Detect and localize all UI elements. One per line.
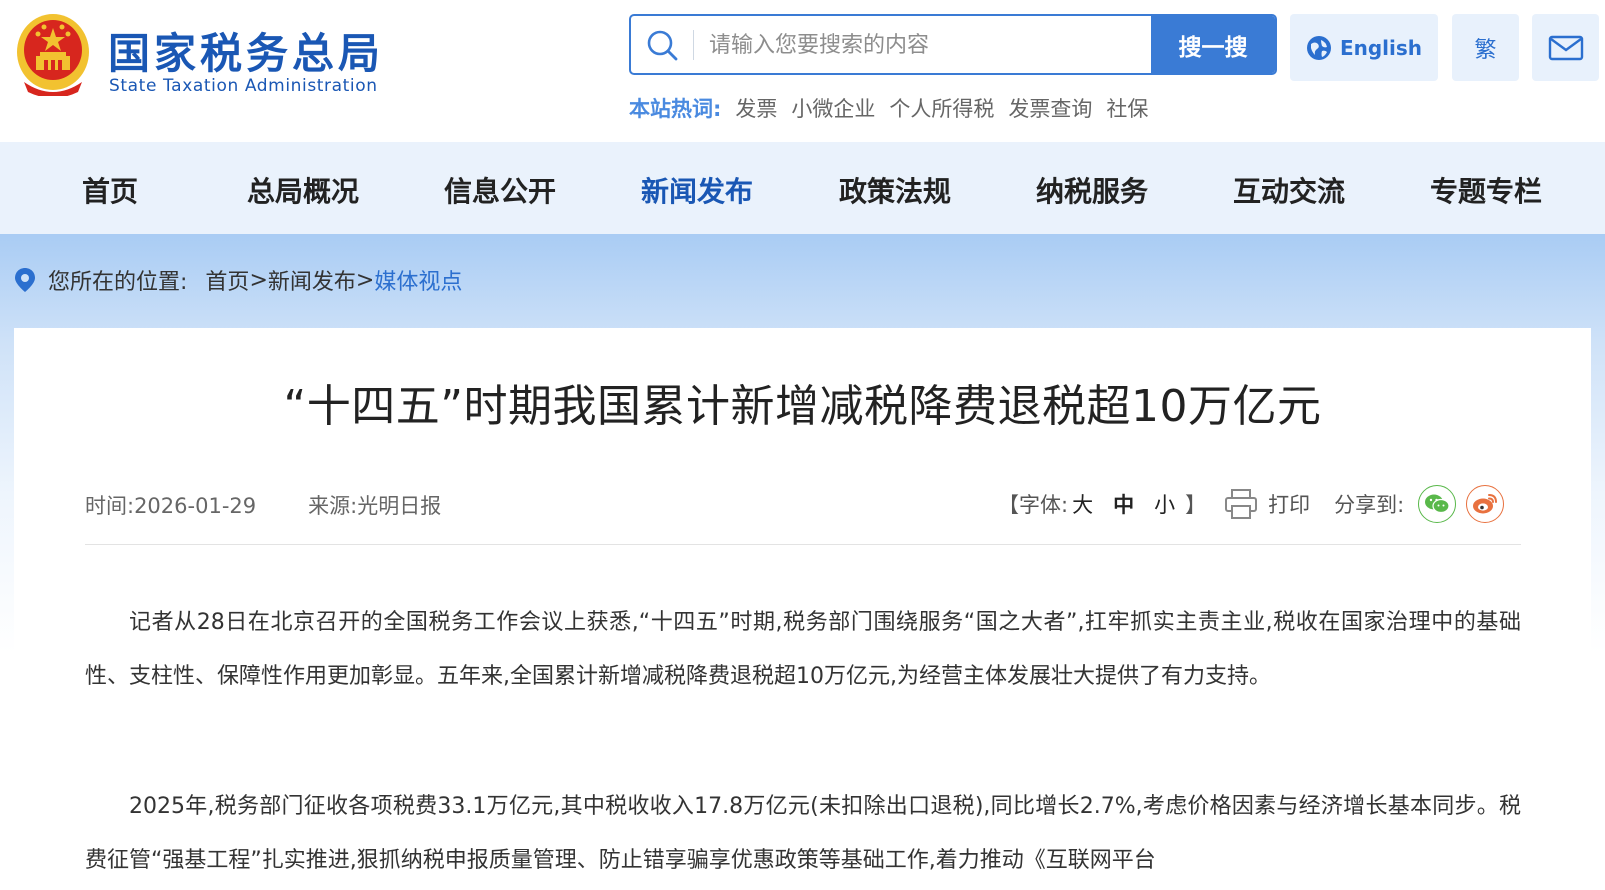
meta-divider	[85, 544, 1521, 545]
article-card: “十四五”时期我国累计新增减税降费退税超10万亿元 时间:2026-01-29 …	[14, 328, 1591, 890]
hot-keyword-link[interactable]: 个人所得税	[889, 93, 994, 123]
breadcrumb: 您所在的位置: 首页 > 新闻发布 > 媒体视点	[14, 264, 462, 296]
traditional-chinese-button[interactable]: 繁	[1452, 14, 1519, 81]
print-button[interactable]: 打印	[1224, 488, 1310, 520]
hot-keyword-link[interactable]: 社保	[1106, 93, 1148, 123]
font-size-small-button[interactable]: 小	[1154, 489, 1175, 519]
breadcrumb-separator: >	[355, 267, 375, 293]
english-label: English	[1339, 35, 1423, 60]
nav-item-disclosure[interactable]: 信息公开	[444, 170, 556, 210]
breadcrumb-news[interactable]: 新闻发布	[268, 264, 356, 296]
search-input[interactable]	[709, 24, 1139, 66]
font-size-close-bracket: 】	[1185, 493, 1207, 517]
national-emblem-icon[interactable]	[14, 12, 92, 96]
location-pin-icon	[15, 268, 35, 292]
hot-keywords: 本站热词: 发票 小微企业 个人所得税 发票查询 社保	[629, 93, 1148, 123]
search-divider	[693, 30, 694, 60]
article-time: 时间:2026-01-29	[85, 494, 257, 518]
site-header: 国家税务总局 State Taxation Administration 搜一搜…	[0, 0, 1605, 142]
globe-icon	[1306, 35, 1331, 60]
printer-icon	[1225, 489, 1258, 519]
font-size-medium-button[interactable]: 中	[1113, 489, 1134, 519]
breadcrumb-separator: >	[249, 267, 268, 293]
weibo-icon	[1473, 494, 1498, 514]
share-label: 分享到:	[1334, 493, 1405, 517]
hot-keyword-link[interactable]: 发票查询	[1008, 93, 1092, 123]
article-paragraph: 记者从28日在北京召开的全国税务工作会议上获悉,“十四五”时期,税务部门围绕服务…	[85, 610, 1521, 689]
english-button[interactable]: English	[1290, 14, 1438, 81]
font-size-large-button[interactable]: 大	[1072, 489, 1093, 519]
nav-item-service[interactable]: 纳税服务	[1036, 170, 1148, 210]
search-button[interactable]: 搜一搜	[1151, 16, 1275, 73]
main-nav: 首页 总局概况 信息公开 新闻发布 政策法规 纳税服务 互动交流 专题专栏	[0, 142, 1605, 234]
nav-item-topics[interactable]: 专题专栏	[1430, 170, 1542, 210]
nav-item-interaction[interactable]: 互动交流	[1233, 170, 1345, 210]
mail-button[interactable]	[1532, 14, 1599, 81]
print-label: 打印	[1268, 493, 1311, 517]
nav-item-policy[interactable]: 政策法规	[839, 170, 951, 210]
font-size-label: 【字体:	[998, 493, 1069, 517]
nav-item-about[interactable]: 总局概况	[247, 170, 359, 210]
article-meta: 时间:2026-01-29 来源:光明日报	[85, 490, 441, 520]
nav-item-home[interactable]: 首页	[82, 170, 138, 210]
share-weibo-button[interactable]	[1466, 485, 1505, 523]
hot-keyword-link[interactable]: 发票	[735, 93, 777, 123]
breadcrumb-current[interactable]: 媒体视点	[374, 264, 462, 296]
breadcrumb-label: 您所在的位置:	[48, 270, 188, 295]
site-name-cn[interactable]: 国家税务总局	[108, 20, 384, 81]
article-title: “十四五”时期我国累计新增减税降费退税超10万亿元	[283, 381, 1322, 432]
share-wechat-button[interactable]	[1418, 485, 1457, 523]
article-source: 来源:光明日报	[308, 494, 442, 518]
mail-icon	[1548, 35, 1583, 60]
hot-keyword-link[interactable]: 小微企业	[791, 93, 875, 123]
search-box: 搜一搜	[629, 14, 1277, 75]
nav-item-news[interactable]: 新闻发布	[641, 170, 753, 210]
breadcrumb-home[interactable]: 首页	[205, 264, 249, 296]
article-tools: 【字体: 大 中 小 】 打印 分享到:	[998, 482, 1514, 526]
article-paragraph: 2025年,税务部门征收各项税费33.1万亿元,其中税收收入17.8万亿元(未扣…	[85, 794, 1521, 873]
site-name-en[interactable]: State Taxation Administration	[109, 76, 378, 96]
wechat-icon	[1425, 494, 1450, 514]
search-icon	[647, 30, 678, 61]
hot-keywords-label: 本站热词:	[629, 97, 722, 121]
